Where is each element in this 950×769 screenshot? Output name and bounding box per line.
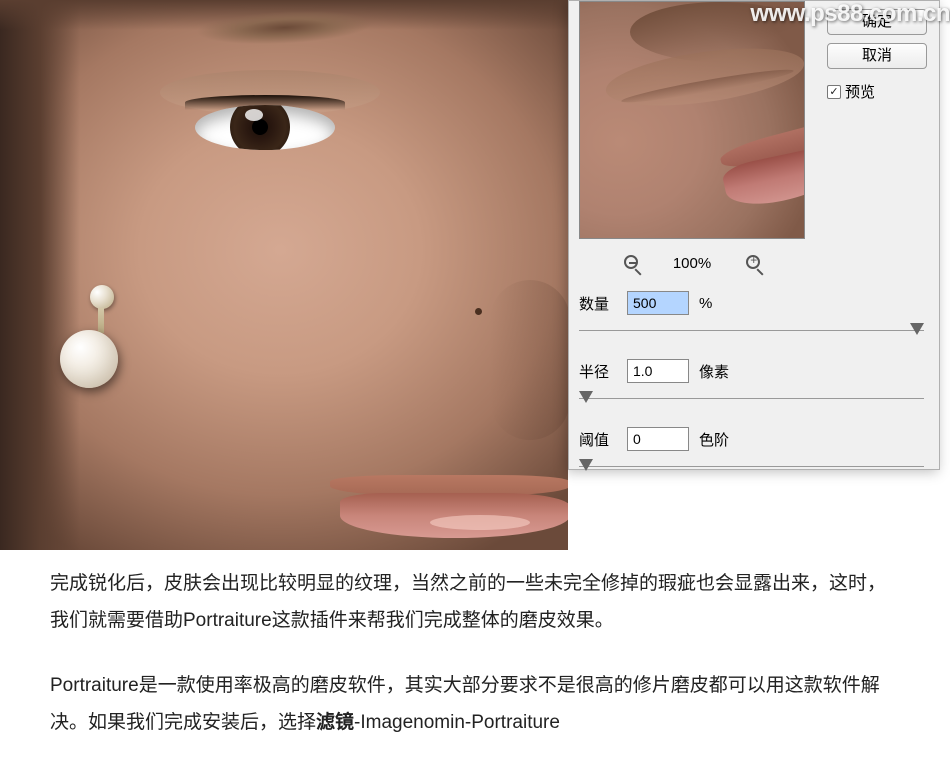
zoom-controls: 100% <box>579 253 805 274</box>
preview-checkbox-label: 预览 <box>845 81 875 102</box>
amount-row: 数量 % <box>579 291 929 315</box>
threshold-unit: 色阶 <box>699 429 729 450</box>
threshold-slider[interactable] <box>579 457 924 477</box>
article-paragraph-2: Portraiture是一款使用率极高的磨皮软件，其实大部分要求不是很高的修片磨… <box>50 667 900 741</box>
radius-label: 半径 <box>579 361 617 382</box>
zoom-in-icon[interactable] <box>746 253 760 274</box>
preview-checkbox-row[interactable]: ✓ 预览 <box>827 81 927 102</box>
preview-thumbnail[interactable] <box>579 1 805 239</box>
photo-detail <box>475 308 482 315</box>
article-paragraph-1: 完成锐化后，皮肤会出现比较明显的纹理，当然之前的一些未完全修掉的瑕疵也会显露出来… <box>50 565 900 639</box>
radius-input[interactable] <box>627 359 689 383</box>
preview-checkbox[interactable]: ✓ <box>827 85 841 99</box>
slider-thumb-icon[interactable] <box>910 323 924 335</box>
main-photo <box>0 0 568 550</box>
article-text: 完成锐化后，皮肤会出现比较明显的纹理，当然之前的一些未完全修掉的瑕疵也会显露出来… <box>50 565 900 769</box>
filter-dialog: 确定 取消 ✓ 预览 100% 数量 % 半径 <box>568 0 940 470</box>
amount-unit: % <box>699 295 712 312</box>
photo-detail <box>330 465 568 545</box>
radius-slider[interactable] <box>579 389 924 409</box>
slider-thumb-icon[interactable] <box>579 459 593 471</box>
amount-label: 数量 <box>579 293 617 314</box>
watermark-text: www.ps88.com.cn <box>750 0 950 28</box>
parameters: 数量 % 半径 像素 阈值 色阶 <box>579 291 929 495</box>
zoom-out-icon[interactable] <box>624 253 638 274</box>
threshold-row: 阈值 色阶 <box>579 427 929 451</box>
slider-thumb-icon[interactable] <box>579 391 593 403</box>
cancel-button[interactable]: 取消 <box>827 43 927 69</box>
photo-detail <box>490 280 568 440</box>
radius-row: 半径 像素 <box>579 359 929 383</box>
amount-slider[interactable] <box>579 321 924 341</box>
photo-detail <box>0 0 80 550</box>
amount-input[interactable] <box>627 291 689 315</box>
radius-unit: 像素 <box>699 361 729 382</box>
threshold-input[interactable] <box>627 427 689 451</box>
photo-detail <box>160 70 380 160</box>
photo-detail <box>40 280 140 410</box>
threshold-label: 阈值 <box>579 429 617 450</box>
zoom-level-label: 100% <box>673 255 711 272</box>
screenshot-area: 确定 取消 ✓ 预览 100% 数量 % 半径 <box>0 0 950 550</box>
